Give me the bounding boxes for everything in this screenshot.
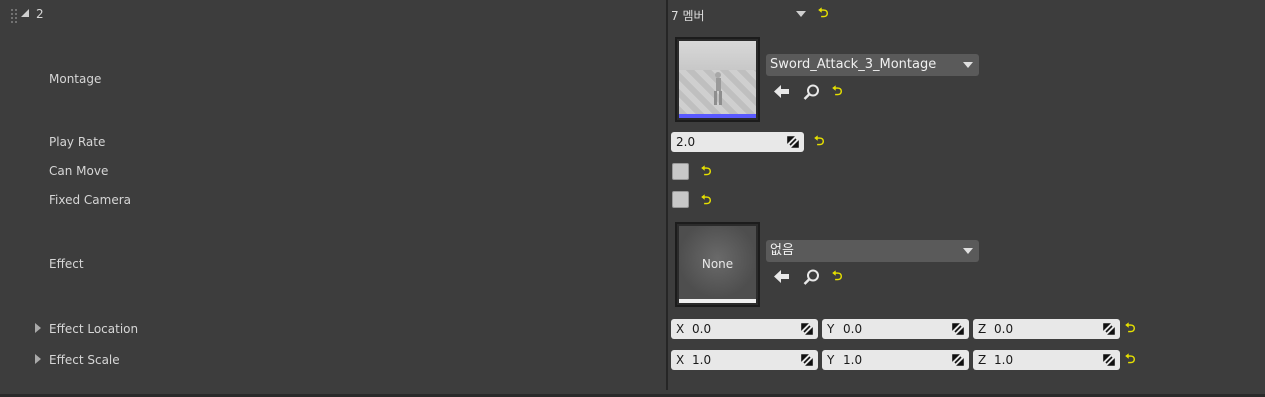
y-axis-label: Y xyxy=(827,353,835,367)
reset-to-default-icon[interactable]: ⮌ xyxy=(832,85,842,98)
montage-label: Montage xyxy=(49,72,102,86)
effect-asset-name: 없음 xyxy=(770,243,794,258)
fixed-camera-checkbox[interactable] xyxy=(672,191,689,208)
effect-scale-x-input[interactable]: X 1.0 xyxy=(671,350,818,370)
spin-drag-icon xyxy=(801,323,813,335)
reset-to-default-icon[interactable]: ⮌ xyxy=(701,194,711,207)
members-dropdown-label[interactable]: 7 멤버 xyxy=(671,7,705,24)
effect-location-y-input[interactable]: Y 0.0 xyxy=(822,319,969,339)
z-axis-label: Z xyxy=(978,353,987,367)
spin-drag-icon xyxy=(787,136,799,148)
expand-arrow-icon[interactable] xyxy=(35,354,41,364)
effect-location-z-input[interactable]: Z 0.0 xyxy=(973,319,1120,339)
magnifier-icon[interactable] xyxy=(803,269,820,285)
reset-to-default-icon[interactable]: ⮌ xyxy=(701,165,711,178)
effect-thumbnail[interactable]: None xyxy=(675,222,760,307)
reset-to-default-icon[interactable]: ⮌ xyxy=(814,135,824,148)
effect-location-label: Effect Location xyxy=(49,322,139,336)
spin-drag-icon xyxy=(1103,354,1115,366)
can-move-checkbox[interactable] xyxy=(672,163,689,180)
x-axis-label: X xyxy=(676,322,685,336)
effect-thumbnail-none: None xyxy=(679,226,756,299)
spin-drag-icon xyxy=(952,354,964,366)
montage-asset-name: Sword_Attack_3_Montage xyxy=(770,57,937,72)
effect-scale-label: Effect Scale xyxy=(49,353,120,367)
reset-to-default-icon[interactable]: ⮌ xyxy=(1125,322,1135,335)
montage-preview-image xyxy=(679,41,756,114)
effect-scale-y-value: 1.0 xyxy=(843,353,863,367)
column-splitter[interactable] xyxy=(666,0,668,390)
spin-drag-icon xyxy=(801,354,813,366)
arrow-left-icon[interactable] xyxy=(773,269,790,284)
play-rate-value: 2.0 xyxy=(676,135,696,149)
effect-scale-z-value: 1.0 xyxy=(994,353,1014,367)
effect-location-x-input[interactable]: X 0.0 xyxy=(671,319,818,339)
reset-to-default-icon[interactable]: ⮌ xyxy=(818,7,828,20)
character-figure-icon xyxy=(714,72,722,105)
can-move-label: Can Move xyxy=(49,164,109,178)
expand-arrow-icon[interactable] xyxy=(35,323,41,333)
reset-to-default-icon[interactable]: ⮌ xyxy=(1125,353,1135,366)
play-rate-input[interactable]: 2.0 xyxy=(671,132,804,152)
spin-drag-icon xyxy=(952,323,964,335)
members-dropdown-caret-icon[interactable] xyxy=(796,11,806,17)
y-axis-label: Y xyxy=(827,322,835,336)
arrow-left-icon[interactable] xyxy=(773,84,790,99)
montage-asset-combo[interactable]: Sword_Attack_3_Montage xyxy=(766,54,979,76)
montage-thumbnail[interactable] xyxy=(675,37,760,122)
effect-scale-z-input[interactable]: Z 1.0 xyxy=(973,350,1120,370)
effect-scale-y-input[interactable]: Y 1.0 xyxy=(822,350,969,370)
effect-scale-x-value: 1.0 xyxy=(692,353,712,367)
reset-to-default-icon[interactable]: ⮌ xyxy=(832,270,842,283)
collapse-arrow-icon[interactable] xyxy=(21,9,29,17)
montage-asset-type-bar xyxy=(679,114,756,118)
effect-label: Effect xyxy=(49,257,84,271)
magnifier-icon[interactable] xyxy=(803,84,820,100)
play-rate-label: Play Rate xyxy=(49,135,106,149)
chevron-down-icon xyxy=(963,62,973,68)
effect-location-x-value: 0.0 xyxy=(692,322,712,336)
fixed-camera-label: Fixed Camera xyxy=(49,193,132,207)
effect-location-z-value: 0.0 xyxy=(994,322,1014,336)
x-axis-label: X xyxy=(676,353,685,367)
drag-handle-icon[interactable] xyxy=(10,8,18,24)
spin-drag-icon xyxy=(1103,323,1115,335)
effect-asset-combo[interactable]: 없음 xyxy=(766,240,979,262)
effect-location-y-value: 0.0 xyxy=(843,322,863,336)
chevron-down-icon xyxy=(963,248,973,254)
array-index-label: 2 xyxy=(36,7,44,21)
z-axis-label: Z xyxy=(978,322,987,336)
effect-asset-type-bar xyxy=(679,299,756,303)
